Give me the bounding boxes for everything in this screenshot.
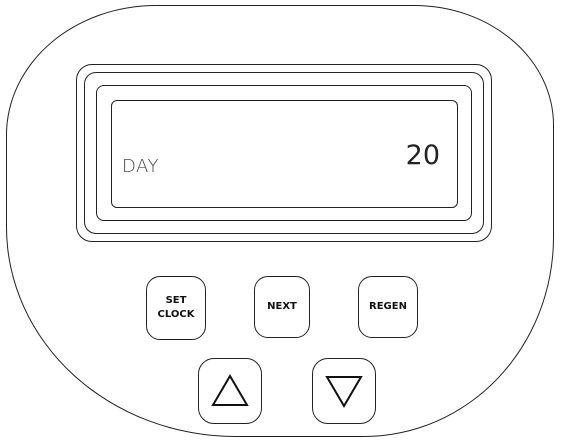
- down-arrow-button[interactable]: [312, 358, 376, 424]
- lcd-mode-label: DAY: [122, 156, 159, 177]
- set-clock-button[interactable]: SET CLOCK: [146, 276, 206, 340]
- regen-button[interactable]: REGEN: [358, 276, 418, 338]
- triangle-down-icon: [325, 376, 363, 408]
- up-arrow-button[interactable]: [198, 358, 262, 424]
- triangle-up-icon: [211, 374, 249, 406]
- lcd-value: 20: [405, 140, 440, 171]
- next-button[interactable]: NEXT: [254, 276, 310, 338]
